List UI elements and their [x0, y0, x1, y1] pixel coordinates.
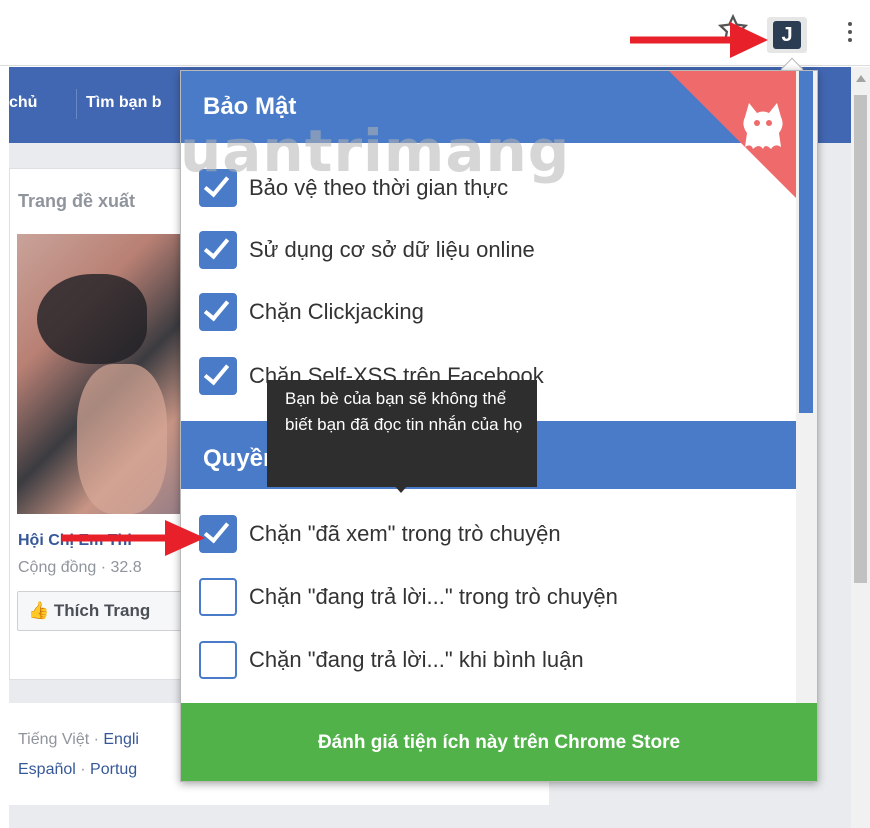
arrow-to-seen-option	[62, 520, 205, 556]
annotation-arrows	[62, 22, 768, 556]
arrow-to-extension-icon	[630, 22, 768, 58]
